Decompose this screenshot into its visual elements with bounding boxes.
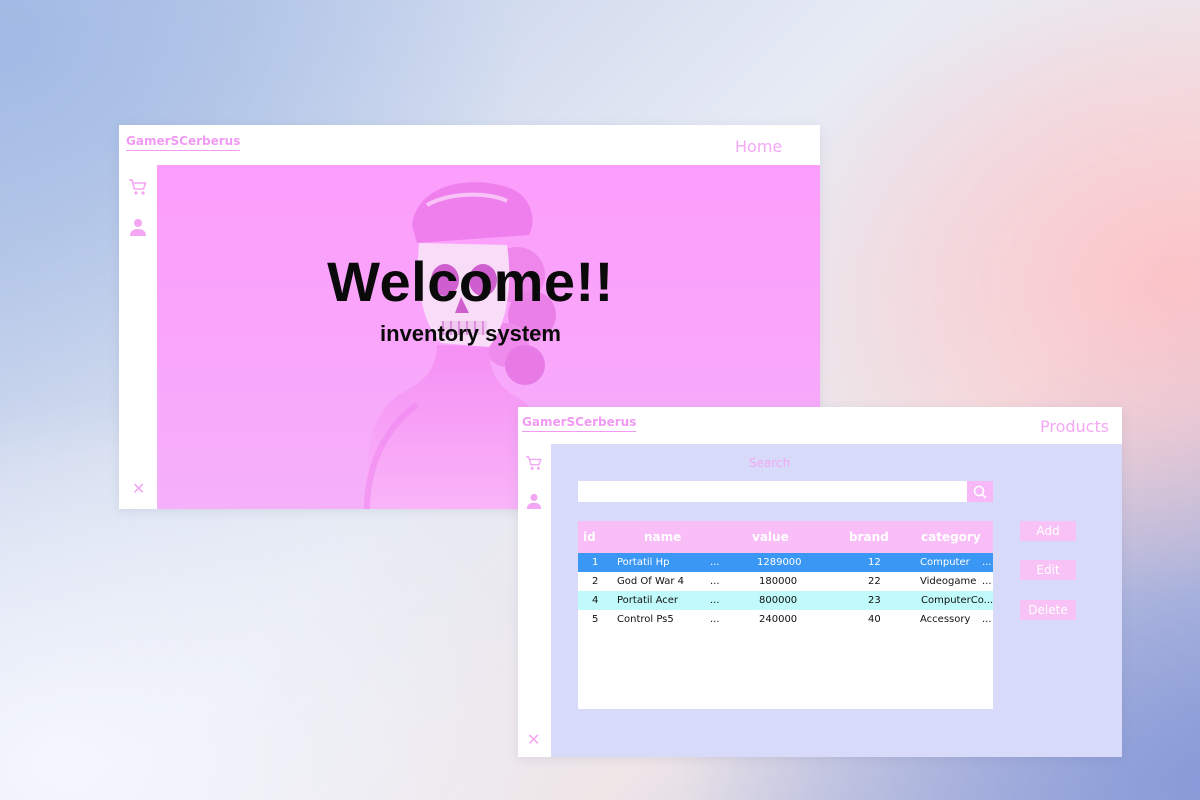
products-panel: Search id name value brand category 1 Po… [551,444,1122,757]
cell-id: 4 [592,595,599,606]
brand-logo[interactable]: GamerSCerberus [522,415,637,432]
cell-id: 5 [592,614,599,625]
products-table: id name value brand category 1 Portatil … [578,521,993,709]
column-header-brand[interactable]: brand [849,530,889,544]
cell-dots: ... [710,557,720,568]
cell-dots: ... [982,557,992,568]
cell-brand: 40 [868,614,881,625]
column-header-category[interactable]: category [921,530,981,544]
table-header: id name value brand category [578,521,993,553]
welcome-heading: Welcome!! [327,250,614,313]
cell-name: Control Ps5 [617,614,674,625]
cell-value: 240000 [759,614,798,625]
cell-dots: ... [710,576,720,587]
brand-logo[interactable]: GamerSCerberus [126,134,241,151]
cell-dots: ... [982,576,992,587]
cell-id: 1 [592,557,599,568]
search-label: Search [749,456,791,470]
table-row[interactable]: 2 God Of War 4 ... 180000 22 Videogame .… [578,572,993,591]
edit-button[interactable]: Edit [1020,560,1076,580]
cell-brand: 23 [868,595,881,606]
cell-value: 1289000 [757,557,802,568]
products-window: GamerSCerberus Products ✕ Search id name… [518,407,1122,757]
cell-brand: 12 [868,557,881,568]
cell-category: Accessory [920,614,971,625]
cell-dots: ... [982,614,992,625]
welcome-subtitle: inventory system [380,321,561,346]
cell-category: Videogame [920,576,977,587]
delete-button[interactable]: Delete [1020,600,1076,620]
search-button[interactable] [967,481,993,502]
table-row[interactable]: 1 Portatil Hp ... 1289000 12 Computer ..… [578,553,993,572]
cell-id: 2 [592,576,599,587]
cart-icon[interactable] [524,453,544,473]
column-header-value[interactable]: value [752,530,789,544]
cart-icon[interactable] [128,177,148,197]
cell-category: Computer [920,557,970,568]
cell-name: Portatil Hp [617,557,670,568]
user-icon[interactable] [524,491,544,511]
cell-category: ComputerCo... [921,595,994,606]
cell-value: 800000 [759,595,798,606]
add-button[interactable]: Add [1020,521,1076,541]
page-title: Home [735,137,783,156]
search-icon [973,485,987,499]
column-header-name[interactable]: name [644,530,681,544]
cell-name: God Of War 4 [617,576,684,587]
column-header-id[interactable]: id [583,530,596,544]
cell-dots: ... [710,614,720,625]
cell-value: 180000 [759,576,798,587]
table-row[interactable]: 5 Control Ps5 ... 240000 40 Accessory ..… [578,610,993,629]
cell-brand: 22 [868,576,881,587]
user-icon[interactable] [128,217,148,237]
close-icon[interactable]: ✕ [132,481,145,497]
search-input[interactable] [578,481,969,502]
table-row[interactable]: 4 Portatil Acer ... 800000 23 ComputerCo… [578,591,993,610]
close-icon[interactable]: ✕ [527,732,540,748]
cell-name: Portatil Acer [617,595,679,606]
cell-dots: ... [710,595,720,606]
page-title: Products [1040,417,1110,436]
